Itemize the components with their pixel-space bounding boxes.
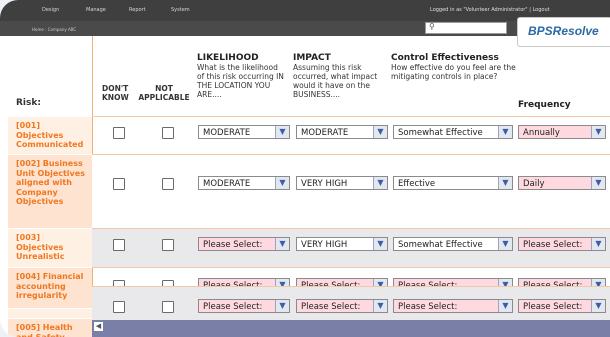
frequency-title: Frequency bbox=[518, 100, 571, 110]
control-value: Please Select: bbox=[398, 302, 458, 312]
table-row: MODERATE ▼ VERY HIGH ▼ Effective ▼ Daily… bbox=[92, 154, 610, 229]
likelihood-title: LIKELIHOOD bbox=[197, 53, 259, 63]
chevron-down-icon[interactable]: ▼ bbox=[373, 300, 387, 312]
not-applicable-checkbox[interactable] bbox=[162, 178, 174, 190]
impact-select[interactable]: VERY HIGH ▼ bbox=[296, 237, 388, 251]
frequency-value: Annually bbox=[523, 128, 560, 138]
chevron-down-icon[interactable]: ▼ bbox=[498, 126, 512, 138]
likelihood-desc: What is the likelihood of this risk occu… bbox=[197, 63, 284, 99]
table-row: Please Select: ▼ Please Select: ▼ Please… bbox=[92, 286, 610, 321]
chevron-down-icon[interactable]: ▼ bbox=[373, 126, 387, 138]
likelihood-select[interactable]: MODERATE ▼ bbox=[198, 176, 290, 190]
scroll-left-icon[interactable]: ◀ bbox=[94, 322, 103, 331]
likelihood-select[interactable]: MODERATE ▼ bbox=[198, 125, 290, 139]
frequency-value: Please Select: bbox=[523, 240, 583, 250]
likelihood-value: MODERATE bbox=[203, 128, 251, 138]
table-row: Please Select: ▼ VERY HIGH ▼ Somewhat Ef… bbox=[92, 228, 610, 268]
risk-cell: [005] Health and Safety bbox=[8, 318, 93, 337]
nav-report[interactable]: Report bbox=[129, 7, 146, 13]
impact-select[interactable]: VERY HIGH ▼ bbox=[296, 176, 388, 190]
chevron-down-icon[interactable]: ▼ bbox=[373, 238, 387, 250]
risk-column-header: Risk: bbox=[8, 36, 93, 116]
risk-header-label: Risk: bbox=[16, 98, 41, 108]
control-select[interactable]: Somewhat Effective ▼ bbox=[393, 125, 513, 139]
not-applicable-checkbox[interactable] bbox=[162, 239, 174, 251]
risk-cell: [004] Financial accounting irregularity bbox=[8, 267, 93, 309]
nav-design[interactable]: Design bbox=[42, 7, 59, 13]
impact-title: IMPACT bbox=[293, 53, 331, 63]
frequency-value: Please Select: bbox=[523, 302, 583, 312]
control-select[interactable]: Please Select: ▼ bbox=[393, 299, 513, 313]
control-value: Somewhat Effective bbox=[398, 128, 483, 138]
table-row: MODERATE ▼ MODERATE ▼ Somewhat Effective… bbox=[92, 116, 610, 155]
impact-desc: Assuming this risk occurred, what impact… bbox=[293, 63, 378, 99]
dont-know-checkbox[interactable] bbox=[113, 301, 125, 313]
likelihood-select[interactable]: Please Select: ▼ bbox=[198, 237, 290, 251]
impact-value: VERY HIGH bbox=[301, 179, 348, 189]
chevron-down-icon[interactable]: ▼ bbox=[275, 300, 289, 312]
likelihood-value: MODERATE bbox=[203, 179, 251, 189]
search-input[interactable]: ⚲ bbox=[425, 22, 507, 34]
chevron-down-icon[interactable]: ▼ bbox=[498, 300, 512, 312]
risk-name: [002] Business Unit Objectives aligned w… bbox=[16, 159, 85, 206]
control-desc: How effective do you feel are the mitiga… bbox=[391, 63, 516, 81]
horizontal-scrollbar[interactable]: ◀ bbox=[92, 320, 610, 337]
chevron-down-icon[interactable]: ▼ bbox=[498, 238, 512, 250]
risk-name: [003] Objectives Unrealistic bbox=[16, 233, 65, 261]
dont-know-checkbox[interactable] bbox=[113, 239, 125, 251]
likelihood-select[interactable]: Please Select: ▼ bbox=[198, 299, 290, 313]
control-value: Somewhat Effective bbox=[398, 240, 483, 250]
risk-cell: [001] Objectives Communicated bbox=[8, 116, 93, 155]
control-select[interactable]: Effective ▼ bbox=[393, 176, 513, 190]
frequency-select[interactable]: Please Select: ▼ bbox=[518, 237, 606, 251]
impact-select[interactable]: Please Select: ▼ bbox=[296, 299, 388, 313]
chevron-down-icon[interactable]: ▼ bbox=[498, 177, 512, 189]
impact-value: MODERATE bbox=[301, 128, 349, 138]
risk-cell: [002] Business Unit Objectives aligned w… bbox=[8, 154, 93, 229]
frequency-select[interactable]: Please Select: ▼ bbox=[518, 299, 606, 313]
dont-know-checkbox[interactable] bbox=[113, 127, 125, 139]
app-frame: Design Manage Report System Logged in as… bbox=[0, 0, 610, 337]
not-applicable-checkbox[interactable] bbox=[162, 127, 174, 139]
chevron-down-icon[interactable]: ▼ bbox=[275, 177, 289, 189]
frequency-select[interactable]: Daily ▼ bbox=[518, 176, 606, 190]
likelihood-value: Please Select: bbox=[203, 240, 263, 250]
control-title: Control Effectiveness bbox=[391, 53, 499, 63]
chevron-down-icon[interactable]: ▼ bbox=[591, 300, 605, 312]
dont-know-checkbox[interactable] bbox=[113, 178, 125, 190]
chevron-down-icon[interactable]: ▼ bbox=[275, 126, 289, 138]
control-select[interactable]: Somewhat Effective ▼ bbox=[393, 237, 513, 251]
impact-value: VERY HIGH bbox=[301, 240, 348, 250]
nav-system[interactable]: System bbox=[171, 7, 190, 13]
chevron-down-icon[interactable]: ▼ bbox=[591, 238, 605, 250]
risk-cell: [003] Objectives Unrealistic bbox=[8, 228, 93, 268]
frequency-value: Daily bbox=[523, 179, 545, 189]
search-icon: ⚲ bbox=[429, 22, 435, 31]
chevron-down-icon[interactable]: ▼ bbox=[373, 177, 387, 189]
impact-select[interactable]: MODERATE ▼ bbox=[296, 125, 388, 139]
chevron-down-icon[interactable]: ▼ bbox=[591, 177, 605, 189]
risk-name: [001] Objectives Communicated bbox=[16, 121, 84, 149]
nav-manage[interactable]: Manage bbox=[86, 7, 106, 13]
likelihood-value: Please Select: bbox=[203, 302, 263, 312]
control-value: Effective bbox=[398, 179, 436, 189]
breadcrumb[interactable]: Home : Company ABC bbox=[32, 27, 76, 32]
frequency-select[interactable]: Annually ▼ bbox=[518, 125, 606, 139]
not-applicable-checkbox[interactable] bbox=[162, 301, 174, 313]
chevron-down-icon[interactable]: ▼ bbox=[275, 238, 289, 250]
user-info[interactable]: Logged in as "Volunteer Administrator" |… bbox=[430, 7, 550, 13]
impact-value: Please Select: bbox=[301, 302, 361, 312]
risk-name: [005] Health and Safety bbox=[16, 323, 73, 337]
risk-name: [004] Financial accounting irregularity bbox=[16, 272, 84, 300]
risk-assessment-grid: Risk: DON'T KNOW NOT APPLICABLE LIKELIHO… bbox=[8, 36, 610, 337]
chevron-down-icon[interactable]: ▼ bbox=[591, 126, 605, 138]
